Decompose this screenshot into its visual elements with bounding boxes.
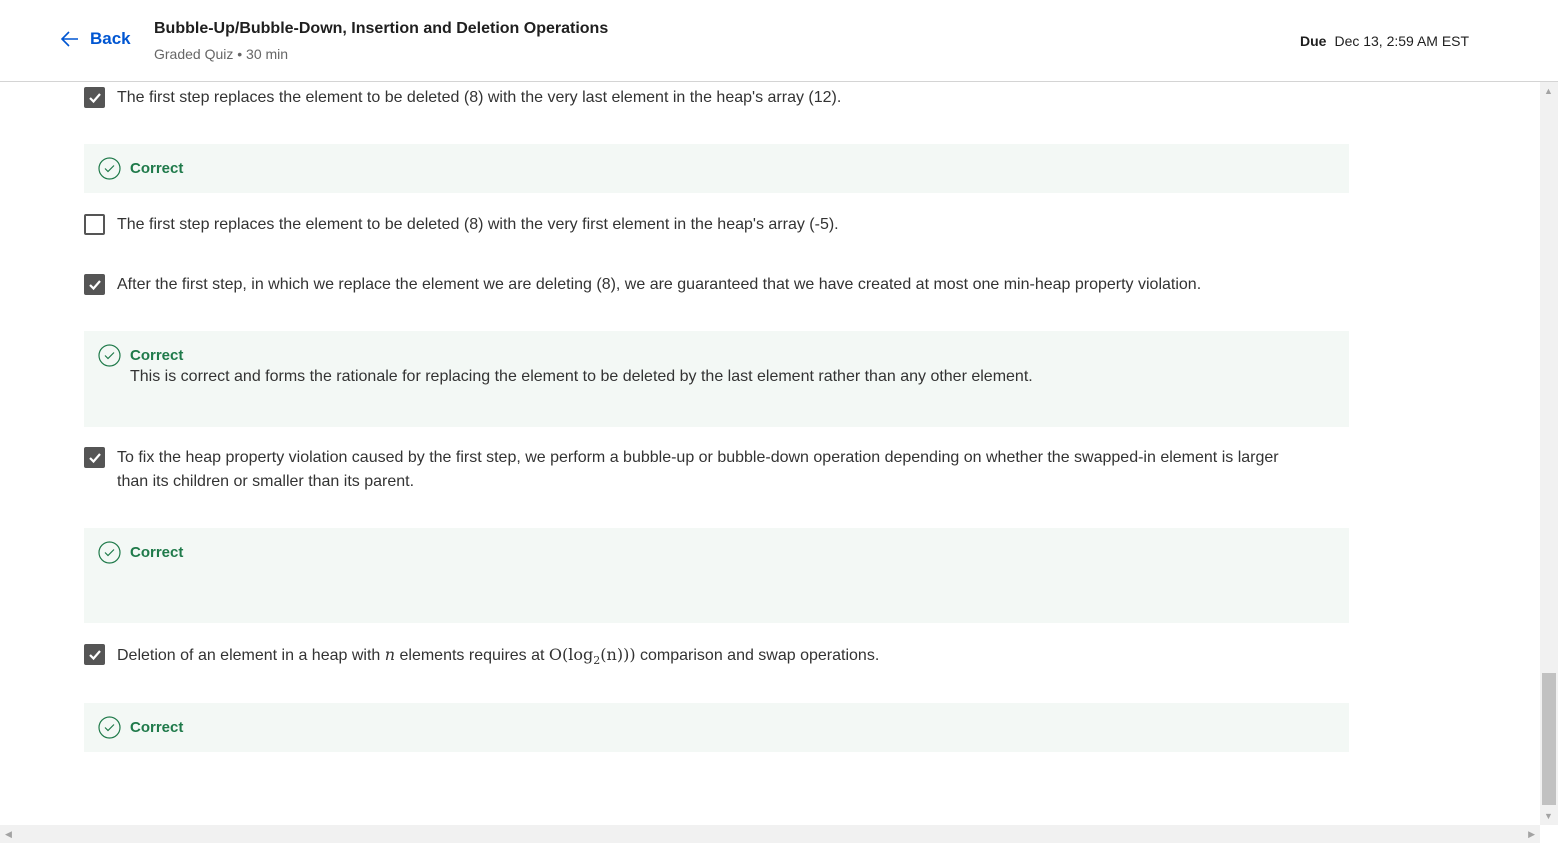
answer-option[interactable]: The first step replaces the element to b… — [84, 213, 1314, 237]
feedback-box: Correct — [84, 144, 1349, 193]
check-icon — [88, 649, 101, 660]
answer-option[interactable]: The first step replaces the element to b… — [84, 86, 1314, 110]
due-date: Due Dec 13, 2:59 AM EST — [1300, 33, 1469, 49]
check-icon — [88, 279, 101, 290]
feedback-box: Correct This is correct and forms the ra… — [84, 331, 1349, 427]
scroll-left-icon[interactable]: ◀ — [5, 829, 12, 840]
feedback-label: Correct — [130, 544, 184, 561]
scroll-up-icon[interactable]: ▲ — [1544, 86, 1553, 96]
back-button[interactable]: Back — [60, 29, 131, 49]
check-circle-icon — [98, 344, 121, 367]
scrollbar-thumb[interactable] — [1542, 673, 1556, 805]
scroll-right-icon[interactable]: ▶ — [1528, 829, 1535, 840]
feedback-label: Correct — [130, 160, 184, 177]
checkbox-checked[interactable] — [84, 274, 105, 295]
answer-option[interactable]: Deletion of an element in a heap with n … — [84, 643, 1314, 673]
feedback-box: Correct — [84, 528, 1349, 623]
math-expression: O(log2(n))) — [548, 645, 636, 668]
check-circle-icon — [98, 716, 121, 739]
option-text: To fix the heap property violation cause… — [117, 449, 1279, 490]
option-text: The first step replaces the element to b… — [117, 216, 839, 233]
check-icon — [88, 452, 101, 463]
option-text: After the first step, in which we replac… — [117, 276, 1202, 293]
arrow-left-icon — [60, 31, 78, 47]
math-var: n — [384, 645, 396, 664]
feedback-label: Correct — [130, 719, 184, 736]
checkbox-unchecked[interactable] — [84, 214, 105, 235]
checkbox-checked[interactable] — [84, 447, 105, 468]
checkbox-checked[interactable] — [84, 87, 105, 108]
checkbox-checked[interactable] — [84, 644, 105, 665]
answer-option[interactable]: To fix the heap property violation cause… — [84, 446, 1314, 494]
quiz-header: Back Bubble-Up/Bubble-Down, Insertion an… — [0, 0, 1558, 82]
answer-option[interactable]: After the first step, in which we replac… — [84, 273, 1314, 297]
option-text: The first step replaces the element to b… — [117, 89, 842, 106]
back-label: Back — [90, 29, 131, 48]
feedback-explanation: This is correct and forms the rationale … — [130, 368, 1033, 385]
vertical-scrollbar[interactable]: ▲ ▼ — [1540, 82, 1558, 825]
option-text: Deletion of an element in a heap with n … — [117, 645, 880, 668]
due-label: Due — [1300, 33, 1327, 49]
scroll-down-icon[interactable]: ▼ — [1544, 811, 1553, 821]
horizontal-scrollbar[interactable]: ◀ ▶ — [0, 825, 1540, 843]
page-title: Bubble-Up/Bubble-Down, Insertion and Del… — [154, 20, 609, 37]
feedback-label: Correct — [130, 347, 184, 364]
page-subtitle: Graded Quiz • 30 min — [154, 46, 289, 62]
check-icon — [88, 92, 101, 103]
check-circle-icon — [98, 541, 121, 564]
due-value: Dec 13, 2:59 AM EST — [1334, 33, 1470, 49]
check-circle-icon — [98, 157, 121, 180]
feedback-box: Correct — [84, 703, 1349, 752]
